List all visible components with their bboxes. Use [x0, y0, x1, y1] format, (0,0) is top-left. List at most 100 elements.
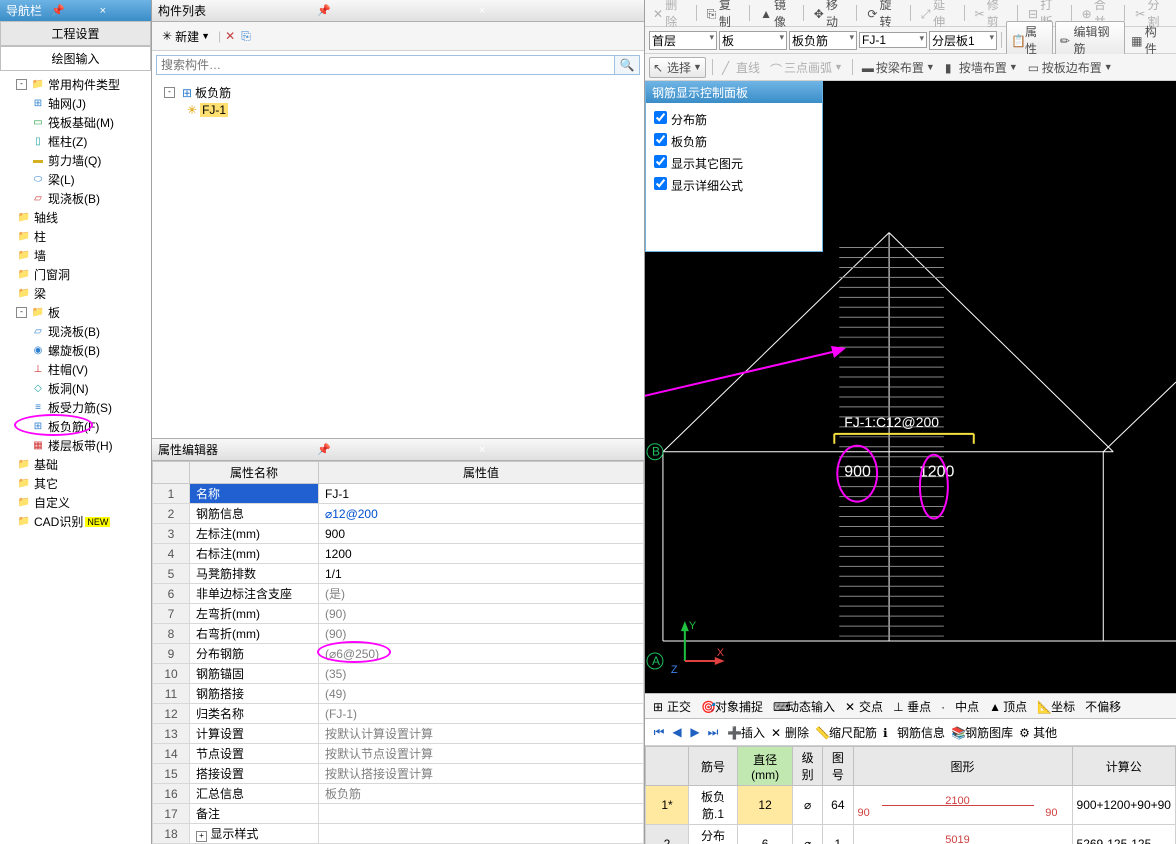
last-icon[interactable]: ⏭: [705, 724, 721, 740]
drawing-canvas[interactable]: 钢筋显示控制面板 分布筋板负筋显示其它图元显示详细公式: [645, 81, 1176, 693]
copy-icon[interactable]: ⎘: [241, 29, 251, 44]
tree-item[interactable]: ⬭梁(L): [2, 170, 149, 189]
property-row[interactable]: 13计算设置按默认计算设置计算: [153, 724, 644, 744]
tree-item[interactable]: 📁自定义: [2, 493, 149, 512]
search-button[interactable]: 🔍: [615, 55, 640, 75]
new-button[interactable]: ✳ 新建 ▼: [158, 26, 214, 47]
next-icon[interactable]: ▶: [687, 724, 703, 740]
property-row[interactable]: 1名称FJ-1: [153, 484, 644, 504]
property-row[interactable]: 17备注: [153, 804, 644, 824]
tree-item[interactable]: 📁CAD识别NEW: [2, 512, 149, 531]
prev-icon[interactable]: ◀: [669, 724, 685, 740]
status-item[interactable]: ⊥垂点: [889, 697, 935, 716]
by-beam-button[interactable]: ▬按梁布置▼: [859, 58, 938, 77]
close-icon[interactable]: ×: [100, 5, 142, 17]
checkbox-item[interactable]: 板负筋: [650, 129, 818, 151]
tree-item[interactable]: ◉螺旋板(B): [2, 341, 149, 360]
line-button[interactable]: ╱直线: [719, 58, 763, 77]
tree-item[interactable]: 📁梁: [2, 284, 149, 303]
property-row[interactable]: 12归类名称(FJ-1): [153, 704, 644, 724]
tree-item[interactable]: ▯框柱(Z): [2, 132, 149, 151]
component-tree[interactable]: -⊞板负筋✳FJ-1: [152, 79, 644, 438]
tree-item[interactable]: ▱现浇板(B): [2, 189, 149, 208]
property-row[interactable]: 14节点设置按默认节点设置计算: [153, 744, 644, 764]
bottom-toolbar-button[interactable]: ➕插入: [727, 724, 765, 741]
property-row[interactable]: 9分布钢筋(⌀6@250): [153, 644, 644, 664]
record-nav[interactable]: ⏮ ◀ ▶ ⏭: [651, 724, 721, 740]
nav-tree[interactable]: -📁常用构件类型⊞轴网(J)▭筏板基础(M)▯框柱(Z)▬剪力墙(Q)⬭梁(L)…: [0, 71, 151, 844]
property-row[interactable]: 11钢筋搭接(49): [153, 684, 644, 704]
tree-item[interactable]: -📁板: [2, 303, 149, 322]
component-tree-item[interactable]: -⊞板负筋: [160, 83, 636, 102]
tree-item[interactable]: 📁柱: [2, 227, 149, 246]
property-row[interactable]: 18+ 显示样式: [153, 824, 644, 844]
tab-draw-input[interactable]: 绘图输入: [0, 46, 151, 71]
rebar-table[interactable]: 筋号直径(mm)级别图号图形计算公 1*板负筋.112⌀649021009090…: [645, 746, 1176, 844]
close-icon[interactable]: ✕: [225, 29, 235, 43]
status-item[interactable]: 🎯对象捕捉: [697, 697, 767, 716]
property-row[interactable]: 10钢筋锚固(35): [153, 664, 644, 684]
checkbox-item[interactable]: 分布筋: [650, 107, 818, 129]
table-row[interactable]: 2分布筋.16⌀150195269-125-125: [646, 825, 1176, 844]
search-input[interactable]: [156, 55, 615, 75]
bottom-toolbar-button[interactable]: ⚙其他: [1019, 724, 1057, 741]
property-row[interactable]: 5马凳筋排数1/1: [153, 564, 644, 584]
first-icon[interactable]: ⏮: [651, 724, 667, 740]
property-row[interactable]: 4右标注(mm)1200: [153, 544, 644, 564]
type-select[interactable]: 板: [719, 31, 787, 50]
checkbox[interactable]: [654, 155, 667, 168]
status-item[interactable]: ▲顶点: [985, 697, 1031, 716]
status-item[interactable]: ⌨动态输入: [769, 697, 839, 716]
bottom-toolbar-button[interactable]: 📏缩尺配筋: [815, 724, 877, 741]
status-item[interactable]: ⊞正交: [649, 697, 695, 716]
checkbox[interactable]: [654, 133, 667, 146]
tree-item[interactable]: ▬剪力墙(Q): [2, 151, 149, 170]
property-row[interactable]: 3左标注(mm)900: [153, 524, 644, 544]
by-slab-edge-button[interactable]: ▭按板边布置▼: [1025, 58, 1116, 77]
pin-icon[interactable]: 📌: [317, 4, 473, 17]
floor-select[interactable]: 首层: [649, 31, 717, 50]
subtype-select[interactable]: 板负筋: [789, 31, 857, 50]
tree-item[interactable]: 📁墙: [2, 246, 149, 265]
status-item[interactable]: ·中点: [937, 697, 983, 716]
tree-item[interactable]: ▭筏板基础(M): [2, 113, 149, 132]
property-row[interactable]: 2钢筋信息⌀12@200: [153, 504, 644, 524]
property-row[interactable]: 15搭接设置按默认搭接设置计算: [153, 764, 644, 784]
tree-item[interactable]: ⊥柱帽(V): [2, 360, 149, 379]
close-icon[interactable]: ×: [479, 444, 635, 456]
by-wall-button[interactable]: ▮按墙布置▼: [942, 58, 1021, 77]
item-select[interactable]: FJ-1: [859, 32, 927, 48]
component-button[interactable]: ▦构件: [1127, 22, 1172, 58]
tree-item[interactable]: ▱现浇板(B): [2, 322, 149, 341]
property-row[interactable]: 16汇总信息板负筋: [153, 784, 644, 804]
bottom-toolbar-button[interactable]: ℹ钢筋信息: [883, 724, 945, 741]
tree-item[interactable]: -📁常用构件类型: [2, 75, 149, 94]
property-table[interactable]: 属性名称 属性值 1名称FJ-12钢筋信息⌀12@2003左标注(mm)9004…: [152, 461, 644, 844]
bottom-toolbar-button[interactable]: ✕删除: [771, 724, 809, 741]
status-item[interactable]: ✕交点: [841, 697, 887, 716]
pin-icon[interactable]: 📌: [317, 443, 473, 456]
property-row[interactable]: 6非单边标注含支座(是): [153, 584, 644, 604]
tree-item[interactable]: ≡板受力筋(S): [2, 398, 149, 417]
tab-project-settings[interactable]: 工程设置: [0, 21, 151, 46]
component-tree-item[interactable]: ✳FJ-1: [160, 102, 636, 118]
close-icon[interactable]: ×: [479, 5, 635, 17]
status-item[interactable]: 不偏移: [1081, 697, 1125, 716]
table-row[interactable]: 1*板负筋.112⌀6490210090900+1200+90+90: [646, 786, 1176, 825]
layer-select[interactable]: 分层板1: [929, 31, 997, 50]
tree-item[interactable]: ▦楼层板带(H): [2, 436, 149, 455]
tree-item[interactable]: ⊞板负筋(F): [2, 417, 149, 436]
tree-item[interactable]: 📁轴线: [2, 208, 149, 227]
property-row[interactable]: 8右弯折(mm)(90): [153, 624, 644, 644]
property-row[interactable]: 7左弯折(mm)(90): [153, 604, 644, 624]
checkbox-item[interactable]: 显示详细公式: [650, 173, 818, 195]
tree-item[interactable]: 📁其它: [2, 474, 149, 493]
tree-item[interactable]: 📁门窗洞: [2, 265, 149, 284]
rebar-display-panel[interactable]: 钢筋显示控制面板 分布筋板负筋显示其它图元显示详细公式: [645, 81, 823, 252]
checkbox[interactable]: [654, 177, 667, 190]
bottom-toolbar-button[interactable]: 📚钢筋图库: [951, 724, 1013, 741]
arc-button[interactable]: ⌒三点画弧▼: [767, 58, 846, 77]
status-item[interactable]: 📐坐标: [1033, 697, 1079, 716]
pin-icon[interactable]: 📌: [51, 4, 93, 17]
checkbox-item[interactable]: 显示其它图元: [650, 151, 818, 173]
